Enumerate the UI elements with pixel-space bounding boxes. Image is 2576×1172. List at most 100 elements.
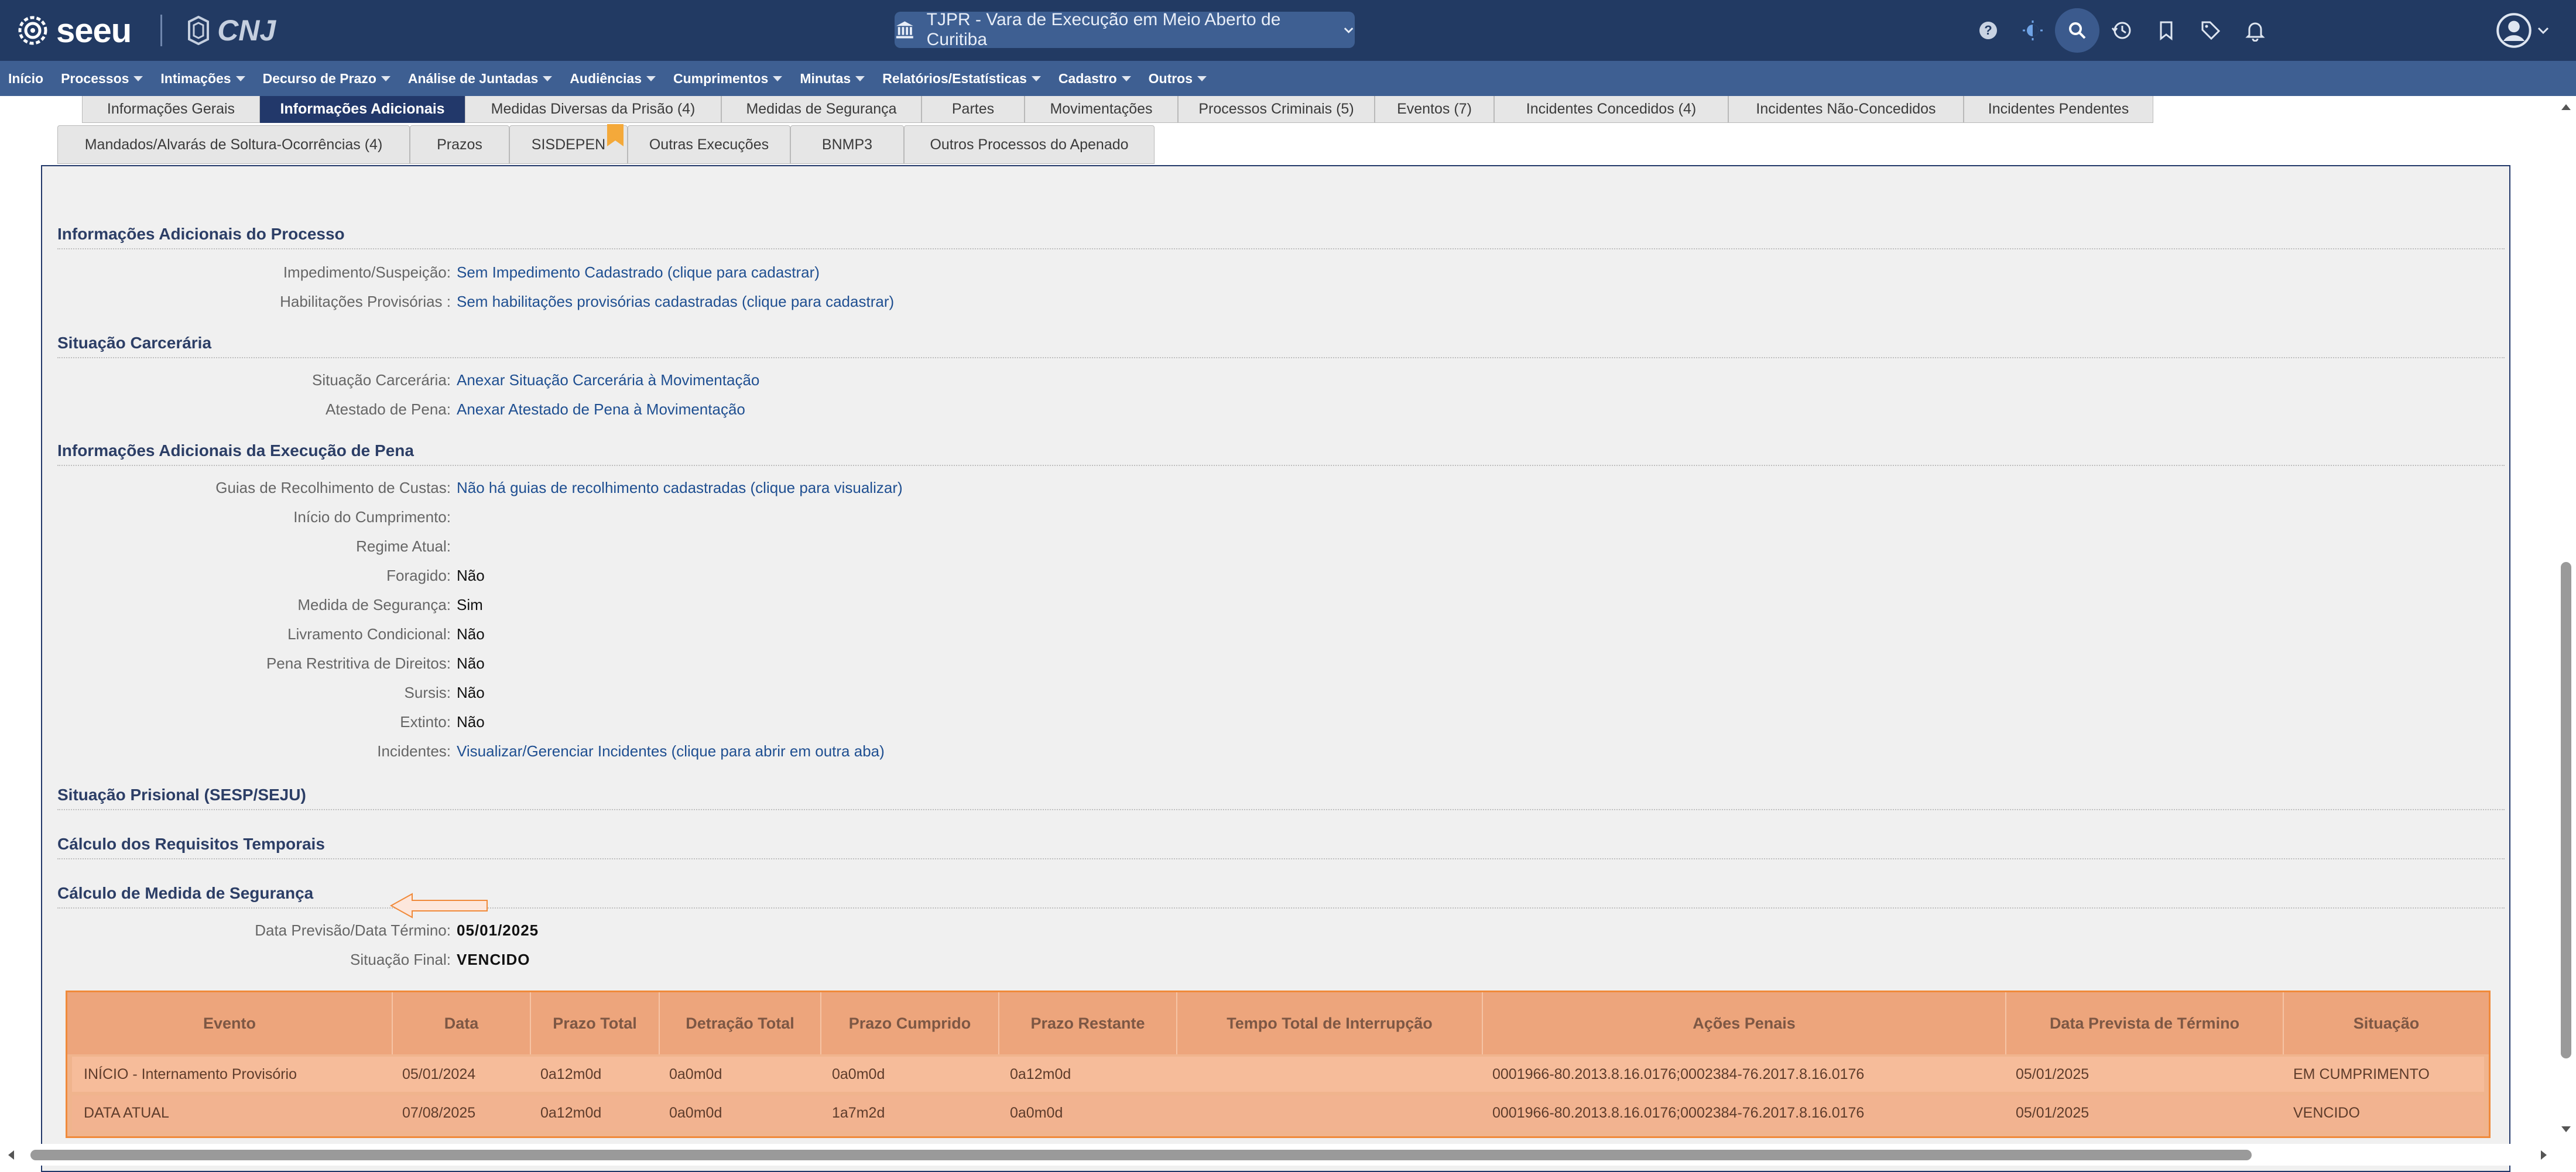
table-cell: 0a0m0d: [832, 1065, 885, 1082]
bell-icon[interactable]: [2233, 8, 2277, 53]
caret-down-icon: [543, 76, 553, 81]
horizontal-scroll-thumb[interactable]: [30, 1150, 2252, 1160]
section-title-carceraria: Situação Carcerária: [57, 334, 2505, 358]
impedimento-link[interactable]: Sem Impedimento Cadastrado (clique para …: [457, 263, 820, 282]
table-header: Evento Data Prazo Total Detração Total P…: [67, 992, 2489, 1054]
horizontal-scrollbar[interactable]: [0, 1144, 2576, 1166]
anexar-situacao-link[interactable]: Anexar Situação Carcerária à Movimentaçã…: [457, 371, 759, 389]
anexar-atestado-link[interactable]: Anexar Atestado de Pena à Movimentação: [457, 400, 745, 419]
menu-cumprimentos[interactable]: Cumprimentos: [673, 71, 783, 87]
tab-prazos[interactable]: Prazos: [410, 125, 509, 164]
field-label: Pena Restritiva de Direitos:: [266, 654, 451, 672]
tab-informacoes-gerais[interactable]: Informações Gerais: [82, 96, 260, 123]
tab-incidentes-concedidos[interactable]: Incidentes Concedidos (4): [1494, 96, 1728, 123]
caret-down-icon: [235, 76, 245, 81]
tab-incidentes-pendentes[interactable]: Incidentes Pendentes: [1964, 96, 2153, 123]
table-cell: 0a12m0d: [1010, 1065, 1071, 1082]
caret-down-icon: [855, 76, 865, 81]
field-value: Não: [457, 625, 485, 643]
column-header: Data: [393, 992, 531, 1054]
habilitacoes-link[interactable]: Sem habilitações provisórias cadastradas…: [457, 293, 894, 311]
brand-name: seeu: [56, 11, 132, 50]
tab-outros-processos-do-apenado[interactable]: Outros Processos do Apenado: [904, 125, 1155, 164]
tag-icon[interactable]: [2188, 8, 2233, 53]
field-label: Sursis:: [404, 684, 451, 701]
menu-cadastro[interactable]: Cadastro: [1059, 71, 1131, 87]
tab-incidentes-nao-concedidos[interactable]: Incidentes Não-Concedidos: [1728, 96, 1964, 123]
section-title-execucao: Informações Adicionais da Execução de Pe…: [57, 441, 2505, 466]
user-menu[interactable]: [2492, 8, 2550, 53]
menu-processos[interactable]: Processos: [61, 71, 143, 87]
chevron-down-icon[interactable]: [2536, 23, 2550, 37]
table-cell: 0a12m0d: [540, 1104, 602, 1121]
theme-icon[interactable]: [2010, 8, 2055, 53]
table-row: INÍCIO - Internamento Provisório 05/01/2…: [72, 1057, 2484, 1092]
tab-partes[interactable]: Partes: [922, 96, 1025, 123]
main-menu: Início Processos Intimações Decurso de P…: [0, 61, 2576, 96]
column-header: Prazo Cumprido: [821, 992, 999, 1054]
table-cell: 1a7m2d: [832, 1104, 885, 1121]
table-cell: 0001966-80.2013.8.16.0176;0002384-76.201…: [1492, 1104, 1865, 1121]
column-header: Data Prevista de Término: [2006, 992, 2284, 1054]
scroll-down-icon[interactable]: [2561, 1126, 2571, 1132]
menu-inicio[interactable]: Início: [8, 71, 43, 87]
field-incidentes: Incidentes: Visualizar/Gerenciar Inciden…: [0, 742, 1405, 763]
field-label: Foragido:: [386, 567, 451, 584]
caret-down-icon: [133, 76, 143, 81]
guias-link[interactable]: Não há guias de recolhimento cadastradas…: [457, 479, 903, 497]
menu-decurso-de-prazo[interactable]: Decurso de Prazo: [263, 71, 390, 87]
history-icon[interactable]: [2099, 8, 2144, 53]
menu-audiencias[interactable]: Audiências: [570, 71, 656, 87]
field-atestado-pena: Atestado de Pena: Anexar Atestado de Pen…: [0, 400, 1405, 421]
table-cell: 0a0m0d: [1010, 1104, 1063, 1121]
tab-processos-criminais[interactable]: Processos Criminais (5): [1178, 96, 1375, 123]
brand[interactable]: seeu CNJ: [18, 11, 276, 50]
section-title-temporais[interactable]: Cálculo dos Requisitos Temporais: [57, 835, 2505, 859]
seeu-logo-icon: [18, 16, 47, 45]
scroll-right-icon[interactable]: [2541, 1150, 2547, 1160]
incidentes-link[interactable]: Visualizar/Gerenciar Incidentes (clique …: [457, 742, 885, 760]
field-label: Situação Final:: [350, 951, 451, 968]
field-value: Não: [457, 713, 485, 731]
scroll-left-icon[interactable]: [8, 1150, 14, 1160]
field-label: Medida de Segurança:: [297, 596, 451, 614]
field-value: Não: [457, 654, 485, 672]
vertical-scrollbar[interactable]: [2556, 96, 2576, 1144]
cnj-emblem-icon: [188, 16, 210, 45]
search-icon[interactable]: [2055, 8, 2099, 53]
bookmark-icon[interactable]: [2144, 8, 2188, 53]
table-cell: 05/01/2024: [402, 1065, 476, 1082]
tab-eventos[interactable]: Eventos (7): [1375, 96, 1494, 123]
menu-intimacoes[interactable]: Intimações: [160, 71, 245, 87]
tab-informacoes-adicionais[interactable]: Informações Adicionais: [260, 96, 465, 123]
user-icon[interactable]: [2492, 8, 2536, 53]
field-sursis: Sursis: Não: [0, 684, 1405, 705]
table-cell: INÍCIO - Internamento Provisório: [84, 1065, 297, 1082]
court-selector[interactable]: TJPR - Vara de Execução em Meio Aberto d…: [895, 10, 1355, 49]
tab-mandados-alvaras[interactable]: Mandados/Alvarás de Soltura-Ocorrências …: [57, 125, 410, 164]
menu-relatorios-estatisticas[interactable]: Relatórios/Estatísticas: [882, 71, 1041, 87]
table-cell: 0a0m0d: [669, 1104, 722, 1121]
tab-outras-execucoes[interactable]: Outras Execuções: [628, 125, 790, 164]
vertical-scroll-thumb[interactable]: [2561, 562, 2571, 1058]
tab-medidas-de-seguranca[interactable]: Medidas de Segurança: [721, 96, 922, 123]
menu-outros[interactable]: Outros: [1149, 71, 1207, 87]
menu-minutas[interactable]: Minutas: [800, 71, 865, 87]
table-cell: VENCIDO: [2293, 1104, 2360, 1121]
section-title-prisional[interactable]: Situação Prisional (SESP/SEJU): [57, 786, 2505, 810]
field-regime-atual: Regime Atual:: [0, 537, 1405, 558]
field-inicio-cumprimento: Início do Cumprimento:: [0, 508, 1405, 529]
tab-medidas-diversas[interactable]: Medidas Diversas da Prisão (4): [465, 96, 721, 123]
column-header: Prazo Restante: [999, 992, 1177, 1054]
menu-analise-de-juntadas[interactable]: Análise de Juntadas: [408, 71, 553, 87]
table-cell: 0001966-80.2013.8.16.0176;0002384-76.201…: [1492, 1065, 1865, 1082]
help-icon[interactable]: ?: [1966, 8, 2010, 53]
scroll-up-icon[interactable]: [2561, 104, 2571, 110]
tab-bnmp3[interactable]: BNMP3: [790, 125, 904, 164]
tab-movimentacoes[interactable]: Movimentações: [1025, 96, 1178, 123]
field-habilitacoes: Habilitações Provisórias : Sem habilitaç…: [0, 293, 1405, 314]
column-header: Prazo Total: [531, 992, 660, 1054]
table-cell: 0a0m0d: [669, 1065, 722, 1082]
table-row: DATA ATUAL 07/08/2025 0a12m0d 0a0m0d 1a7…: [72, 1095, 2484, 1130]
caret-down-icon: [773, 76, 783, 81]
